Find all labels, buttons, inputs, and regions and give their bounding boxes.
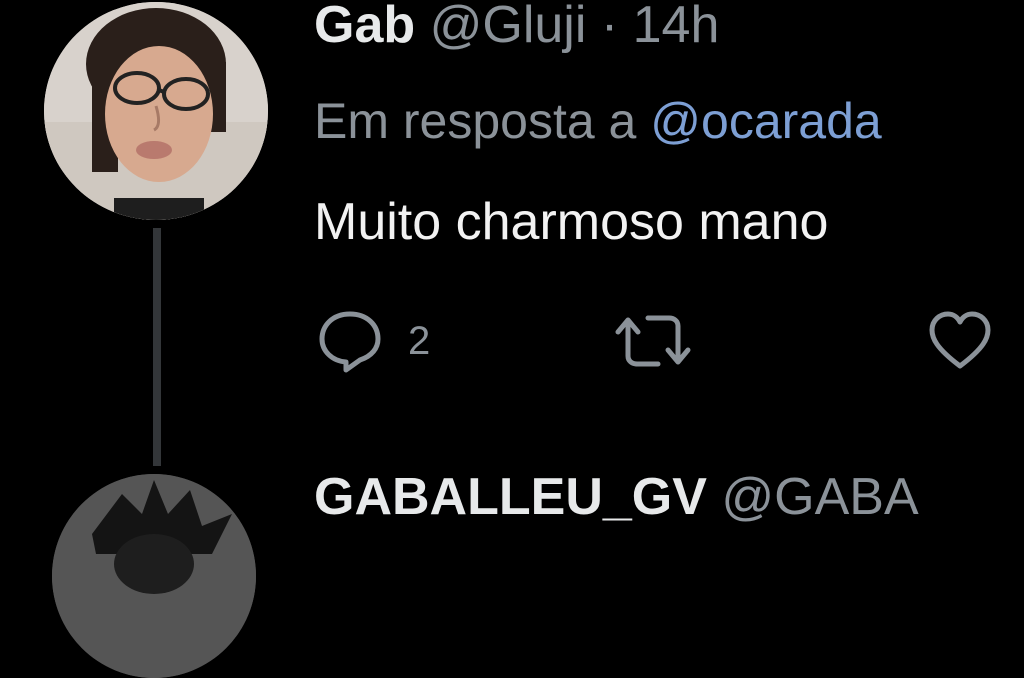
tweet: Gab @Gluji · 14h Em resposta a @ocarada … <box>0 0 1024 678</box>
reply-context: Em resposta a @ocarada <box>314 92 882 150</box>
tweet-actions: 2 <box>314 306 1024 376</box>
tweet-timestamp[interactable]: 14h <box>633 0 720 54</box>
like-button[interactable] <box>926 306 994 376</box>
separator-dot: · <box>600 0 619 54</box>
author-handle[interactable]: @Gluji <box>430 0 587 54</box>
author-name[interactable]: Gab <box>314 0 415 54</box>
reply-label: Em resposta a <box>314 93 637 149</box>
retweet-button[interactable] <box>612 306 694 376</box>
reply-button[interactable]: 2 <box>314 306 430 376</box>
next-tweet-header: GABALLEU_GV @GABA <box>314 466 919 528</box>
next-author-name[interactable]: GABALLEU_GV <box>314 468 707 526</box>
tweet-header: Gab @Gluji · 14h <box>314 0 719 56</box>
avatar[interactable] <box>44 2 268 220</box>
retweet-icon <box>612 306 694 376</box>
reply-icon <box>314 306 386 376</box>
heart-icon <box>926 306 994 376</box>
next-tweet-avatar[interactable] <box>52 474 256 678</box>
tweet-text: Muito charmoso mano <box>314 193 829 251</box>
reply-mention-link[interactable]: @ocarada <box>650 93 881 149</box>
thread-line <box>153 228 161 466</box>
reply-count: 2 <box>408 318 431 363</box>
next-author-handle[interactable]: @GABA <box>721 468 918 526</box>
